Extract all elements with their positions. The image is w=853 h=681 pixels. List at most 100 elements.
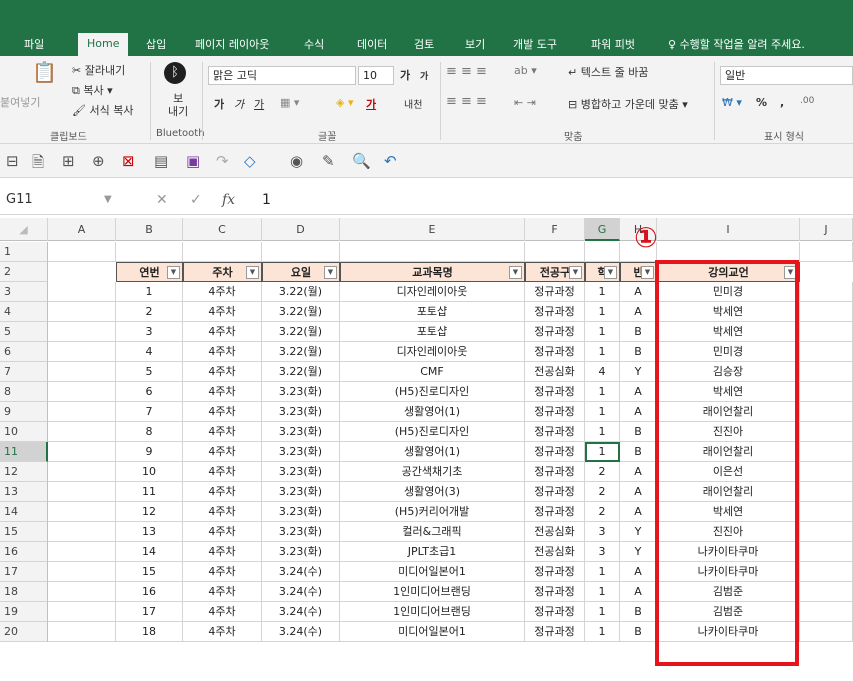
table-cell[interactable]: Y — [620, 362, 657, 382]
table-cell[interactable] — [800, 342, 853, 362]
table-cell[interactable]: 3.23(화) — [262, 402, 340, 422]
table-cell[interactable] — [800, 582, 853, 602]
paste-button-label[interactable]: 붙여넣기 — [0, 94, 40, 110]
table-cell[interactable]: 1 — [585, 442, 620, 462]
row-header[interactable]: 19 — [0, 602, 48, 622]
table-cell[interactable]: 정규과정 — [525, 482, 585, 502]
table-cell[interactable]: B — [620, 442, 657, 462]
bluetooth-send-button[interactable]: 보 내기 — [168, 92, 188, 118]
redo-icon[interactable]: ↷ — [216, 152, 229, 170]
table-cell[interactable]: 민미경 — [657, 282, 800, 302]
column-header-j[interactable]: J — [800, 218, 853, 241]
bluetooth-icon[interactable]: ᛒ — [164, 62, 186, 84]
table-cell[interactable] — [340, 242, 525, 262]
table-cell[interactable]: 4주차 — [183, 542, 262, 562]
table-cell[interactable]: 4주차 — [183, 282, 262, 302]
table-cell[interactable]: 정규과정 — [525, 322, 585, 342]
bold-button[interactable]: 가 — [214, 96, 224, 112]
table-cell[interactable]: 3.23(화) — [262, 422, 340, 442]
table-cell[interactable]: 전공심화 — [525, 522, 585, 542]
table-cell[interactable]: 박세연 — [657, 322, 800, 342]
table-cell[interactable]: A — [620, 582, 657, 602]
cancel-icon[interactable]: ✕ — [156, 189, 168, 211]
table-cell[interactable]: 2 — [585, 482, 620, 502]
table-cell[interactable]: B — [620, 602, 657, 622]
table-cell[interactable]: 3.22(월) — [262, 342, 340, 362]
table-cell[interactable]: 1 — [585, 342, 620, 362]
enter-icon[interactable]: ✓ — [190, 189, 202, 211]
tab-developer[interactable]: 개발 도구 — [513, 34, 557, 56]
table-icon[interactable]: ⊞ — [62, 152, 75, 170]
table-cell[interactable] — [800, 362, 853, 382]
table-cell[interactable]: 정규과정 — [525, 502, 585, 522]
table-cell[interactable]: 정규과정 — [525, 442, 585, 462]
comma-button[interactable]: , — [780, 96, 784, 109]
table-cell[interactable]: 1 — [116, 282, 183, 302]
table-cell[interactable] — [48, 342, 116, 362]
table-cell[interactable]: 정규과정 — [525, 562, 585, 582]
table-cell[interactable]: 3.23(화) — [262, 502, 340, 522]
table-cell[interactable] — [48, 522, 116, 542]
table-header-track[interactable]: 전공구 ▼ — [525, 262, 585, 282]
table-header-day[interactable]: 요일 ▼ — [262, 262, 340, 282]
table-cell[interactable] — [800, 282, 853, 302]
table-cell[interactable]: 4 — [585, 362, 620, 382]
table-cell[interactable]: 4주차 — [183, 522, 262, 542]
grow-font-button[interactable]: 가 — [400, 67, 410, 83]
table-cell[interactable]: 1 — [585, 602, 620, 622]
table-cell[interactable]: 1 — [585, 622, 620, 642]
table-cell[interactable]: 4 — [116, 342, 183, 362]
table-cell[interactable] — [800, 622, 853, 642]
table-cell[interactable] — [48, 562, 116, 582]
worksheet-grid[interactable]: ◢ A B C D E F G H I J 1 2 3 4 5 6 7 8 9 10 11 12 13 14 15 16 17 18 1… — [0, 218, 853, 681]
paint-icon[interactable]: ✎ — [322, 152, 335, 170]
row-header[interactable]: 12 — [0, 462, 48, 482]
table-cell[interactable]: 6 — [116, 382, 183, 402]
tab-home[interactable]: Home — [78, 33, 129, 56]
table-cell[interactable] — [800, 302, 853, 322]
table-cell[interactable]: 4주차 — [183, 622, 262, 642]
table-cell[interactable]: 3.23(화) — [262, 542, 340, 562]
column-header-d[interactable]: D — [262, 218, 340, 241]
table-cell[interactable]: 3.22(월) — [262, 282, 340, 302]
table-cell[interactable]: 4주차 — [183, 482, 262, 502]
preview-icon[interactable]: 🗎 — [32, 152, 44, 177]
column-header-i[interactable]: I — [657, 218, 800, 241]
table-cell[interactable]: 3.22(월) — [262, 302, 340, 322]
row-header[interactable]: 3 — [0, 282, 48, 302]
table-header-week[interactable]: 주차 ▼ — [183, 262, 262, 282]
table-cell[interactable] — [48, 482, 116, 502]
table-cell[interactable]: 4주차 — [183, 462, 262, 482]
table-cell[interactable]: 3.23(화) — [262, 462, 340, 482]
table-cell[interactable]: 4주차 — [183, 322, 262, 342]
table-cell[interactable] — [48, 362, 116, 382]
table-cell[interactable] — [585, 242, 620, 262]
table-cell[interactable]: 9 — [116, 442, 183, 462]
tab-page-layout[interactable]: 페이지 레이아웃 — [195, 34, 269, 56]
table-cell[interactable]: 생활영어(3) — [340, 482, 525, 502]
table-cell[interactable]: 나카이타쿠마 — [657, 542, 800, 562]
border-icon[interactable]: ▦ ▾ — [280, 96, 299, 109]
table-cell[interactable] — [48, 382, 116, 402]
column-header-a[interactable]: A — [48, 218, 116, 241]
filter-dropdown-icon[interactable]: ▼ — [324, 266, 337, 279]
table-cell[interactable]: 진진아 — [657, 422, 800, 442]
table-cell[interactable] — [800, 602, 853, 622]
shrink-font-button[interactable]: 가 — [420, 69, 428, 82]
number-format-select[interactable]: 일반 — [720, 66, 853, 85]
table-cell[interactable]: 4주차 — [183, 342, 262, 362]
table-cell[interactable]: 4주차 — [183, 582, 262, 602]
merge-center-button[interactable]: ⊟ 병합하고 가운데 맞춤 ▾ — [568, 96, 688, 112]
table-cell[interactable]: 15 — [116, 562, 183, 582]
table-cell[interactable]: 래이언찰리 — [657, 402, 800, 422]
table-cell[interactable] — [800, 322, 853, 342]
formula-input[interactable]: 1 — [262, 189, 271, 211]
table-cell[interactable] — [657, 242, 800, 262]
table-cell[interactable]: 3.24(수) — [262, 602, 340, 622]
table-cell[interactable]: 3.24(수) — [262, 562, 340, 582]
table-cell[interactable]: B — [620, 622, 657, 642]
table-cell[interactable] — [525, 242, 585, 262]
table-cell[interactable]: 18 — [116, 622, 183, 642]
table-cell[interactable]: 3.23(화) — [262, 482, 340, 502]
phonetic-button[interactable]: 내천 — [404, 96, 422, 111]
